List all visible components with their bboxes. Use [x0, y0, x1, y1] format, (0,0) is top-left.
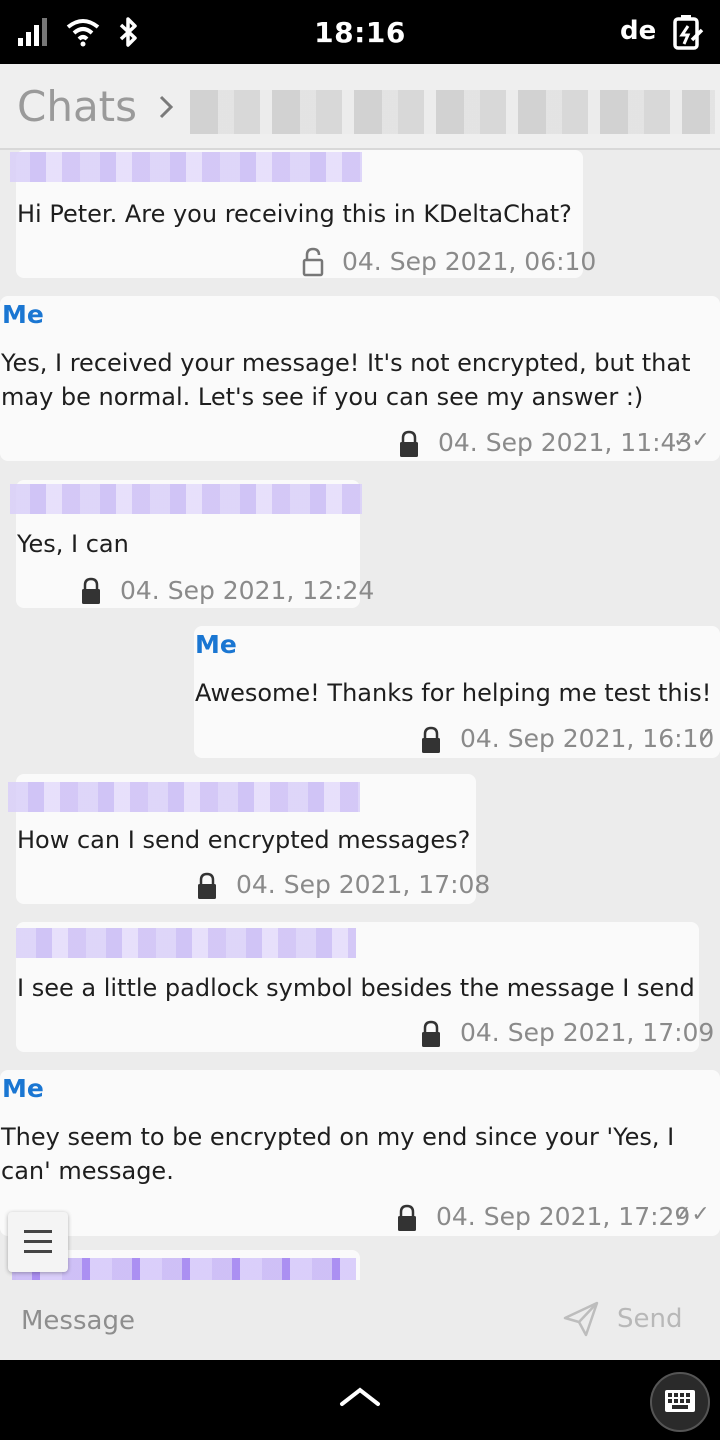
system-nav-bar [0, 1360, 720, 1440]
sender-name: Me [2, 300, 44, 329]
message-list[interactable]: Hi Peter. Are you receiving this in KDel… [0, 150, 720, 1280]
status-bar: 18:16 de [0, 0, 720, 64]
send-paper-plane-icon [563, 1301, 599, 1337]
message-timestamp: 04. Sep 2021, 17:29 [436, 1202, 691, 1231]
message-timestamp: 04. Sep 2021, 17:08 [236, 870, 491, 899]
message-bubble[interactable]: How can I send encrypted messages? 04. S… [8, 774, 490, 904]
locked-padlock-icon [422, 726, 440, 753]
send-button[interactable]: Send [617, 1304, 682, 1334]
delivery-status-icon: ✓✓ [673, 1202, 710, 1227]
keyboard-button[interactable] [650, 1372, 710, 1432]
locked-padlock-icon [422, 1020, 440, 1047]
message-text: Hi Peter. Are you receiving this in KDel… [17, 200, 572, 228]
sender-name: Me [195, 630, 237, 659]
message-bubble[interactable]: I see a little padlock symbol besides th… [16, 922, 714, 1052]
message-text: Yes, I received your message! It's not e… [1, 349, 691, 411]
sender-name: Me [2, 1074, 44, 1103]
message-timestamp: 04. Sep 2021, 12:24 [120, 576, 375, 605]
locked-padlock-icon [198, 872, 216, 899]
message-bubble[interactable]: Hi Peter. Are you receiving this in KDel… [10, 150, 596, 278]
clock: 18:16 [314, 16, 406, 49]
sender-name-redacted [16, 928, 356, 958]
locked-padlock-icon [82, 577, 100, 604]
chat-title-redacted [190, 90, 715, 134]
message-text: Awesome! Thanks for helping me test this… [195, 679, 712, 707]
message-bubble[interactable]: Me They seem to be encrypted on my end s… [0, 1070, 720, 1236]
sender-name-redacted [10, 152, 362, 182]
sender-name-redacted [8, 782, 360, 812]
message-bubble[interactable]: Me Yes, I received your message! It's no… [0, 296, 720, 461]
message-composer: Message Send [0, 1282, 720, 1360]
chat-header: Chats [0, 64, 720, 150]
delivery-status-icon: ✓ [697, 724, 716, 749]
message-bubble[interactable]: Me Awesome! Thanks for helping me test t… [194, 626, 720, 758]
message-timestamp: 04. Sep 2021, 11:43 [438, 428, 693, 457]
keyboard-icon [665, 1390, 695, 1412]
message-bubble[interactable]: Yes, I can 04. Sep 2021, 12:24 [10, 480, 374, 608]
chevron-right-icon [159, 95, 174, 119]
message-timestamp: 04. Sep 2021, 16:10 [460, 724, 715, 753]
unlocked-padlock-icon [302, 247, 324, 277]
message-timestamp: 04. Sep 2021, 06:10 [342, 247, 597, 276]
sender-name-redacted [10, 484, 362, 514]
breadcrumb-chats[interactable]: Chats [17, 82, 137, 131]
message-text: I see a little padlock symbol besides th… [17, 974, 695, 1002]
keyboard-layout-indicator: de [620, 16, 657, 46]
message-text: They seem to be encrypted on my end sinc… [1, 1123, 675, 1185]
menu-button[interactable] [8, 1212, 68, 1272]
message-text: How can I send encrypted messages? [17, 826, 471, 854]
locked-padlock-icon [398, 1204, 416, 1231]
delivery-status-icon: ✓✓ [673, 428, 710, 453]
hamburger-menu-icon [24, 1230, 52, 1253]
locked-padlock-icon [400, 430, 418, 457]
message-timestamp: 04. Sep 2021, 17:09 [460, 1018, 715, 1047]
battery-charging-icon [673, 15, 704, 50]
message-text: Yes, I can [17, 530, 129, 558]
message-input[interactable]: Message [21, 1306, 135, 1336]
chevron-up-icon[interactable] [338, 1384, 382, 1410]
